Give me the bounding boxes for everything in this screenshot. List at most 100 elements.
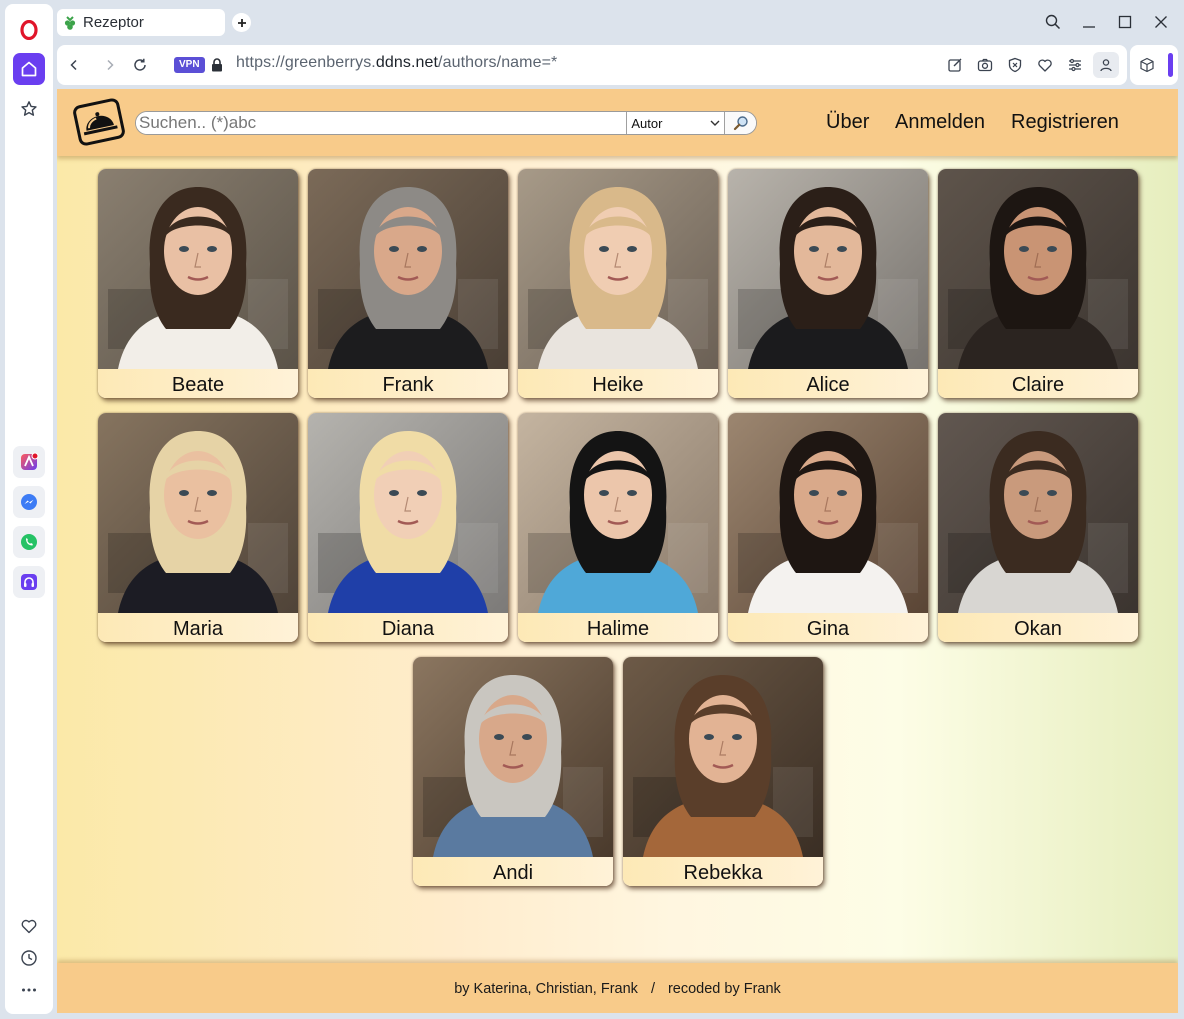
sidebar-toggle-indicator[interactable] [1168, 53, 1173, 77]
history-clock-icon[interactable] [13, 942, 45, 974]
author-name[interactable]: Beate [98, 369, 298, 398]
raspberry-favicon-icon [64, 15, 76, 30]
music-player-icon[interactable] [13, 566, 45, 598]
forward-button[interactable] [100, 55, 120, 75]
nav-link-login[interactable]: Anmelden [895, 111, 985, 134]
cube-icon [1140, 57, 1154, 73]
author-photo[interactable] [308, 169, 508, 369]
author-card[interactable]: Alice [728, 169, 928, 398]
search-input[interactable] [136, 112, 627, 134]
author-name[interactable]: Diana [308, 613, 508, 642]
author-photo[interactable] [623, 657, 823, 857]
author-photo[interactable] [938, 413, 1138, 613]
new-tab-button[interactable] [232, 13, 251, 32]
author-name[interactable]: Okan [938, 613, 1138, 642]
search-tabs-button[interactable] [1043, 12, 1063, 32]
heart-icon[interactable] [13, 910, 45, 942]
url-prefix: https://greenberrys. [236, 54, 376, 71]
chevron-down-icon [710, 120, 720, 126]
browser-sidebar [5, 4, 53, 1014]
author-name[interactable]: Andi [413, 857, 613, 886]
whatsapp-icon[interactable] [13, 526, 45, 558]
settings-sliders-icon [1069, 58, 1081, 72]
user-icon [1100, 59, 1112, 72]
author-card[interactable]: Gina [728, 413, 928, 642]
search-icon [1045, 14, 1061, 30]
chef-cloche-logo-icon[interactable] [71, 98, 127, 146]
author-name[interactable]: Heike [518, 369, 718, 398]
url-domain: ddns.net [375, 54, 439, 71]
author-card[interactable]: Maria [98, 413, 298, 642]
author-name[interactable]: Rebekka [623, 857, 823, 886]
bookmarks-star-icon[interactable] [13, 93, 45, 125]
messenger-icon[interactable] [13, 486, 45, 518]
author-card[interactable]: Diana [308, 413, 508, 642]
search-type-value: Autor [631, 115, 663, 131]
url-path: /authors/name=* [438, 54, 558, 71]
camera-button[interactable] [975, 55, 995, 75]
author-photo[interactable] [728, 169, 928, 369]
camera-icon [977, 58, 993, 72]
footer-separator: / [650, 981, 655, 997]
author-photo[interactable] [938, 169, 1138, 369]
author-card[interactable]: Halime [518, 413, 718, 642]
heart-icon [1038, 59, 1052, 72]
url-field[interactable]: https://greenberrys.ddns.net/authors/nam… [236, 54, 557, 72]
magnifier-icon [733, 116, 748, 131]
minimize-icon [1083, 26, 1095, 28]
author-photo[interactable] [518, 169, 718, 369]
close-window-button[interactable] [1151, 12, 1171, 32]
author-name[interactable]: Maria [98, 613, 298, 642]
adblock-shield-button[interactable] [1005, 55, 1025, 75]
author-card[interactable]: Andi [413, 657, 613, 886]
author-photo[interactable] [308, 413, 508, 613]
author-photo[interactable] [98, 169, 298, 369]
author-photo[interactable] [518, 413, 718, 613]
lock-icon[interactable] [207, 55, 227, 75]
aria-ai-icon[interactable] [13, 446, 45, 478]
extensions-button[interactable] [1137, 55, 1157, 75]
author-name[interactable]: Claire [938, 369, 1138, 398]
edit-share-icon [948, 58, 962, 72]
page-viewport: Autor Über Anmelden Registrieren Beate Fr… [57, 89, 1178, 1013]
easy-setup-button[interactable] [1065, 55, 1085, 75]
nav-link-register[interactable]: Registrieren [1011, 111, 1119, 134]
author-card[interactable]: Frank [308, 169, 508, 398]
author-name[interactable]: Gina [728, 613, 928, 642]
author-card[interactable]: Beate [98, 169, 298, 398]
minimize-button[interactable] [1079, 12, 1099, 32]
author-card[interactable]: Heike [518, 169, 718, 398]
nav-link-about[interactable]: Über [826, 111, 869, 134]
site-header: Autor Über Anmelden Registrieren [57, 89, 1178, 156]
maximize-button[interactable] [1115, 12, 1135, 32]
author-card[interactable]: Okan [938, 413, 1138, 642]
send-snapshot-button[interactable] [945, 55, 965, 75]
author-photo[interactable] [728, 413, 928, 613]
author-name[interactable]: Halime [518, 613, 718, 642]
profile-button[interactable] [1093, 52, 1119, 78]
author-name[interactable]: Alice [728, 369, 928, 398]
footer-recoded: recoded by Frank [667, 981, 781, 997]
vpn-badge[interactable]: VPN [174, 57, 205, 73]
author-card[interactable]: Rebekka [623, 657, 823, 886]
favorite-button[interactable] [1035, 55, 1055, 75]
author-photo[interactable] [98, 413, 298, 613]
reload-button[interactable] [130, 55, 150, 75]
browser-tab[interactable]: Rezeptor [57, 9, 225, 36]
reload-icon [134, 58, 146, 71]
close-icon [1155, 16, 1167, 28]
author-name[interactable]: Frank [308, 369, 508, 398]
search-form: Autor [135, 111, 757, 135]
home-icon[interactable] [13, 53, 45, 85]
author-card[interactable]: Claire [938, 169, 1138, 398]
plus-icon [237, 18, 246, 27]
arrow-right-icon [107, 59, 114, 71]
opera-logo-icon[interactable] [13, 14, 45, 46]
author-photo[interactable] [413, 657, 613, 857]
tab-title: Rezeptor [83, 14, 144, 31]
more-dots-icon[interactable] [13, 974, 45, 1006]
maximize-icon [1118, 15, 1132, 29]
back-button[interactable] [64, 55, 84, 75]
search-submit-button[interactable] [724, 112, 756, 134]
search-type-select[interactable]: Autor [626, 112, 724, 134]
